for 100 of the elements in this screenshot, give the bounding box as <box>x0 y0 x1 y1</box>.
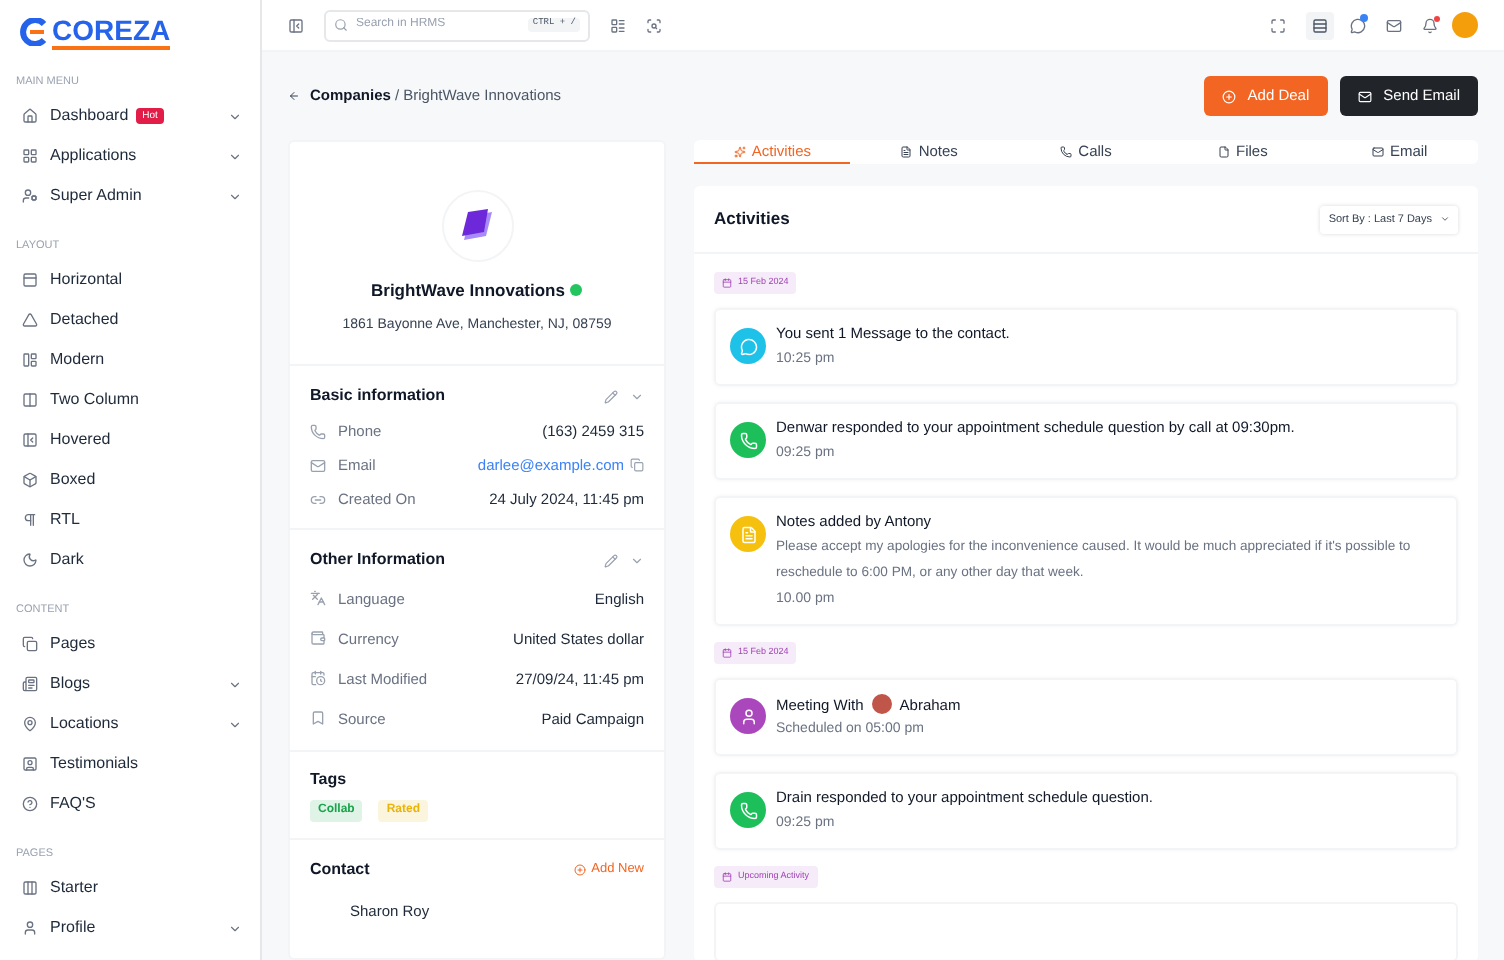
sidebar-item[interactable]: FAQ'S <box>16 784 244 824</box>
chevron-icon <box>228 717 242 731</box>
language-icon <box>310 590 326 607</box>
sidebar-item[interactable]: Locations <box>16 704 244 744</box>
sidebar-label: FAQ'S <box>50 792 96 816</box>
house-icon <box>22 108 38 124</box>
back-arrow-icon[interactable] <box>288 90 300 102</box>
sidebar-label: RTL <box>50 508 80 532</box>
chevron-icon[interactable] <box>630 553 644 568</box>
triangle-icon <box>22 312 38 328</box>
calendar-icon <box>722 872 732 883</box>
phone-icon <box>739 431 757 450</box>
moon-icon <box>22 552 38 568</box>
panel-title: Activities <box>714 206 790 233</box>
calendar-icon <box>722 648 732 659</box>
sidebar-label: Starter <box>50 876 99 900</box>
sidebar-item[interactable]: Testimonials <box>16 744 244 784</box>
sidebar-label: Modern <box>50 348 105 372</box>
pages-icon <box>22 636 38 652</box>
sidebar-item[interactable]: Dark <box>16 540 244 580</box>
sidebar-label: Testimonials <box>50 752 139 776</box>
sidebar-item[interactable]: Modern <box>16 340 244 380</box>
sidebar-label: Pages <box>50 632 96 656</box>
sidebar-item[interactable]: Super Admin <box>16 176 244 216</box>
sidebar-label: Dashboard <box>50 104 129 128</box>
plus-circle-icon <box>573 864 586 877</box>
document-icon <box>900 145 913 158</box>
chevron-icon <box>228 677 242 691</box>
layout-icon <box>22 352 38 368</box>
sidebar-label: Super Admin <box>50 184 142 208</box>
logo-text: COREZA <box>52 14 171 50</box>
sidebar-label: Locations <box>50 712 119 736</box>
chevron-icon <box>228 149 242 163</box>
sidebar-item[interactable]: Pages <box>16 624 244 664</box>
sidebar-label: Dark <box>50 548 84 572</box>
user-card-icon <box>22 756 38 772</box>
section-title: Basic information <box>310 384 446 409</box>
calendar-icon <box>310 670 326 687</box>
sidebar-label: Profile <box>50 916 96 940</box>
list-icon <box>1312 17 1328 33</box>
copy-icon[interactable] <box>630 458 644 473</box>
edit-icon[interactable] <box>604 389 618 404</box>
grid-icon[interactable] <box>610 17 626 33</box>
chevron-icon <box>1440 214 1450 225</box>
sidebar-item[interactable]: Hovered <box>16 420 244 460</box>
mail-icon <box>1357 89 1372 103</box>
sidebar-label: Boxed <box>50 468 96 492</box>
section-title: Other Information <box>310 548 446 573</box>
calendar-icon <box>722 278 732 289</box>
apps-button[interactable] <box>1306 11 1334 39</box>
section-title: Contact <box>310 858 370 883</box>
columns-icon <box>22 392 38 408</box>
sidebar-item[interactable]: Horizontal <box>16 260 244 300</box>
panel-icon <box>22 432 38 448</box>
sidebar-label: Blogs <box>50 672 91 696</box>
box-icon <box>22 472 38 488</box>
help-icon <box>22 796 38 812</box>
layers-logo-icon <box>459 208 495 244</box>
sidebar-item[interactable]: Starter <box>16 868 244 908</box>
scan-icon[interactable] <box>646 17 662 33</box>
chevron-icon <box>228 189 242 203</box>
logo-mark-icon <box>20 18 48 46</box>
map-pin-icon <box>22 716 38 732</box>
grid-icon <box>22 148 38 164</box>
sidebar-toggle-icon[interactable] <box>288 17 304 33</box>
pilcrow-icon <box>22 512 38 528</box>
chevron-icon[interactable] <box>630 389 644 404</box>
phone-icon <box>1060 145 1073 158</box>
columns-icon <box>22 880 38 896</box>
search-icon <box>334 18 348 32</box>
sidebar-label: Horizontal <box>50 268 123 292</box>
user-icon <box>22 920 38 936</box>
sidebar-item[interactable]: Two Column <box>16 380 244 420</box>
bookmark-icon <box>310 710 326 727</box>
chat-icon[interactable] <box>1350 17 1366 33</box>
edit-icon[interactable] <box>604 553 618 568</box>
sidebar-label: Hovered <box>50 428 111 452</box>
panel-icon <box>22 272 38 288</box>
file-icon <box>1218 145 1230 158</box>
sidebar-item[interactable]: Applications <box>16 136 244 176</box>
mail-icon <box>310 457 326 474</box>
company-name: BrightWave Innovations <box>371 278 565 304</box>
phone-icon <box>310 423 326 440</box>
user-icon <box>739 707 757 726</box>
newspaper-icon <box>22 676 38 692</box>
sidebar-item[interactable]: Detached <box>16 300 244 340</box>
sidebar-label: Applications <box>50 144 137 168</box>
chevron-icon <box>228 109 242 123</box>
sidebar-item[interactable]: Profile <box>16 908 244 948</box>
mail-icon[interactable] <box>1386 17 1402 33</box>
notification-icon[interactable] <box>1422 17 1438 33</box>
sidebar-label: Two Column <box>50 388 139 412</box>
sparkle-icon <box>733 145 746 158</box>
sidebar-item[interactable]: Blogs <box>16 664 244 704</box>
person-avatar <box>871 694 892 715</box>
user-gear-icon <box>22 188 38 204</box>
sidebar-item[interactable]: RTL <box>16 500 244 540</box>
sidebar-item[interactable]: Boxed <box>16 460 244 500</box>
wallet-icon <box>310 630 326 647</box>
fullscreen-icon[interactable] <box>1270 17 1286 33</box>
